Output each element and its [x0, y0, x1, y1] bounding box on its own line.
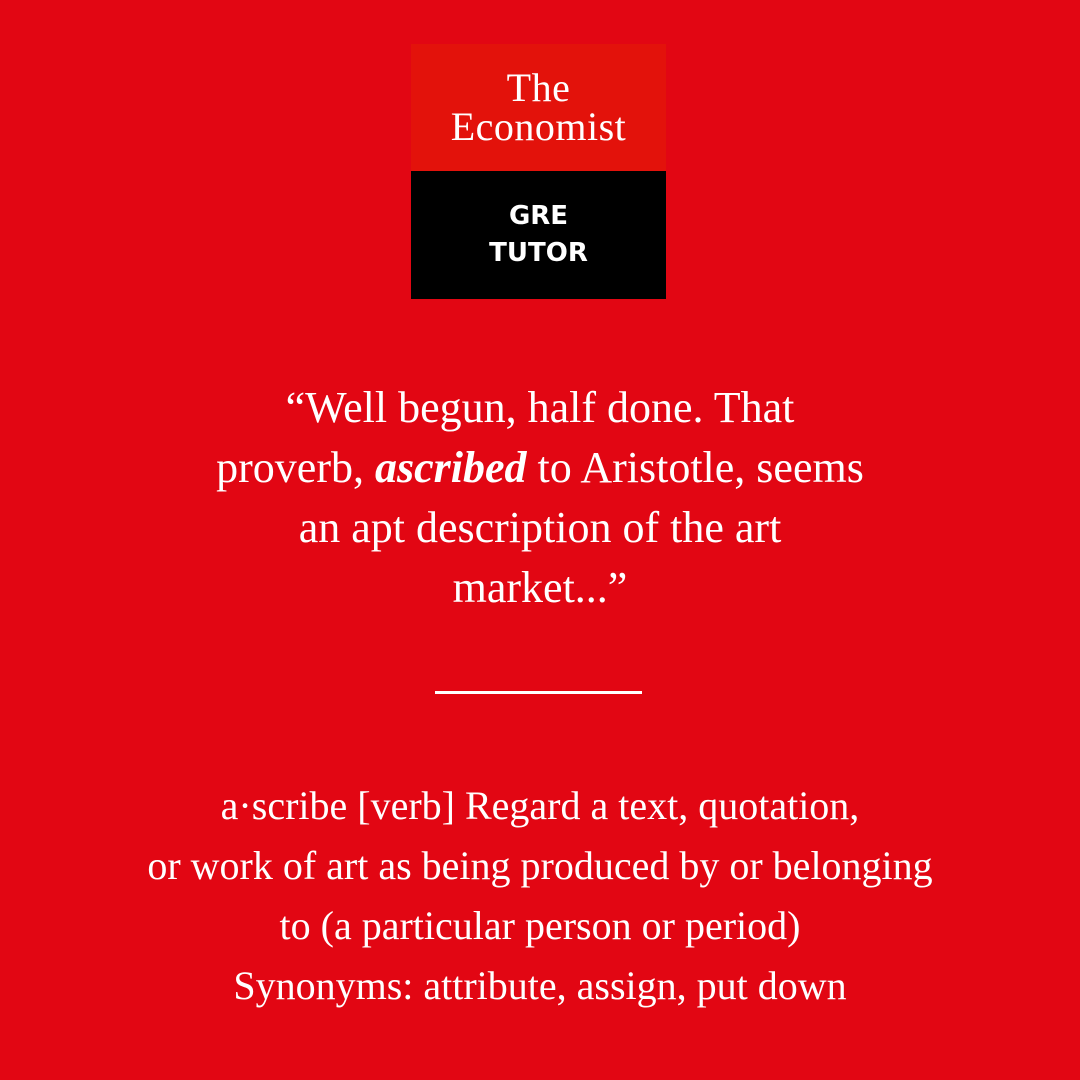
quote-line-2-after: to Aristotle, seems: [526, 443, 864, 492]
synonyms-line: Synonyms: attribute, assign, put down: [233, 963, 847, 1008]
logo-subtitle-block: GRE TUTOR: [411, 171, 666, 299]
divider: [435, 691, 642, 694]
quote-text: “Well begun, half done. That proverb, as…: [100, 378, 980, 618]
economist-logo: The Economist GRE TUTOR: [411, 44, 666, 299]
definition-text: a·scribe [verb] Regard a text, quotation…: [30, 776, 1050, 1016]
quote-line-2-before: proverb,: [216, 443, 375, 492]
quote-line-1: “Well begun, half done. That: [285, 383, 795, 432]
quote-line-3: an apt description of the art: [298, 503, 782, 552]
logo-title-line1: The: [506, 65, 571, 110]
logo-masthead: The Economist: [411, 44, 666, 171]
quote-line-4: market...”: [452, 563, 628, 612]
definition-line-1: a·scribe [verb] Regard a text, quotation…: [220, 783, 860, 828]
definition-line-3: to (a particular person or period): [279, 903, 801, 948]
logo-title-line2: Economist: [450, 104, 627, 149]
logo-subtitle-line1: GRE: [508, 201, 569, 231]
definition-line-2: or work of art as being produced by or b…: [147, 843, 933, 888]
logo-subtitle-line2: TUTOR: [489, 238, 588, 268]
quote-line-2: proverb, ascribed to Aristotle, seems: [100, 438, 980, 498]
quote-keyword: ascribed: [375, 443, 527, 492]
